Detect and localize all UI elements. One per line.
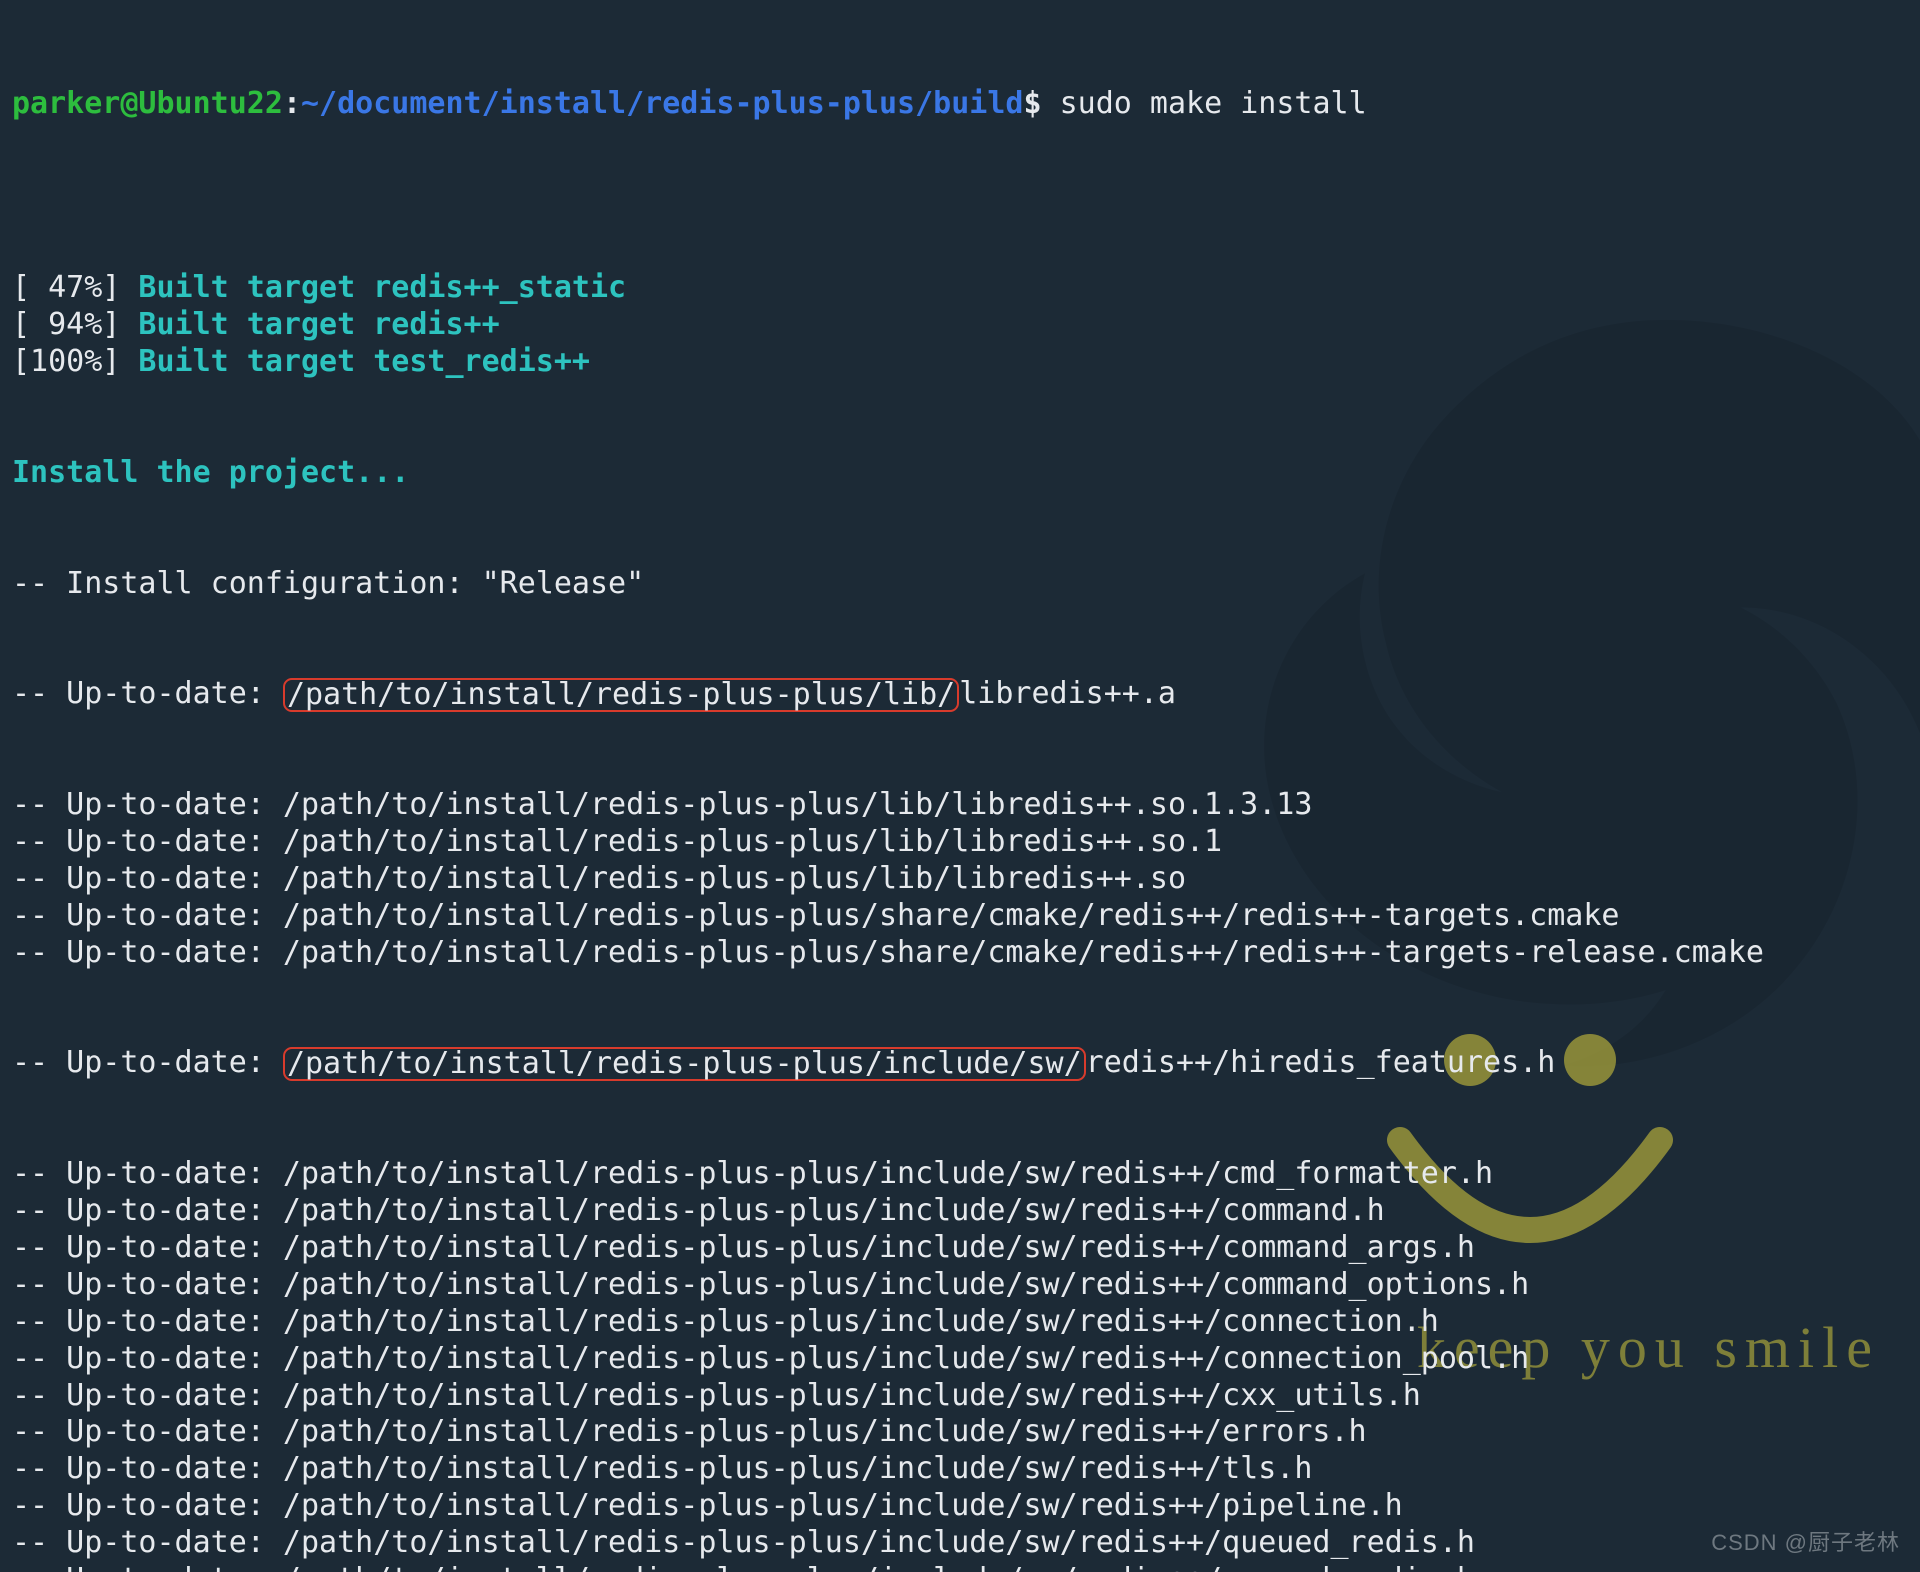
output-line-highlight-include: -- Up-to-date: /path/to/install/redis-pl…: [12, 1045, 1908, 1082]
output-suffix: redis++/hiredis_features.h: [1086, 1045, 1556, 1080]
output-line: -- Up-to-date: /path/to/install/redis-pl…: [12, 1451, 1908, 1488]
output-prefix: -- Up-to-date:: [12, 676, 283, 711]
output-line: -- Up-to-date: /path/to/install/redis-pl…: [12, 1341, 1908, 1378]
output-line: -- Up-to-date: /path/to/install/redis-pl…: [12, 935, 1908, 972]
terminal-output[interactable]: parker@Ubuntu22:~/document/install/redis…: [0, 0, 1920, 1572]
output-line: -- Up-to-date: /path/to/install/redis-pl…: [12, 1562, 1908, 1572]
watermark-text: CSDN @厨子老林: [1711, 1525, 1900, 1562]
prompt-line: parker@Ubuntu22:~/document/install/redis…: [12, 86, 1908, 123]
output-line: -- Up-to-date: /path/to/install/redis-pl…: [12, 787, 1908, 824]
prompt-sigil: $: [1023, 86, 1041, 121]
prompt-cwd: ~/document/install/redis-plus-plus/build: [301, 86, 1023, 121]
output-line: -- Up-to-date: /path/to/install/redis-pl…: [12, 824, 1908, 861]
build-progress-line: [ 94%] Built target redis++: [12, 307, 1908, 344]
annotation-box-lib: /path/to/install/redis-plus-plus/lib/: [283, 678, 959, 712]
output-line: -- Up-to-date: /path/to/install/redis-pl…: [12, 1156, 1908, 1193]
output-line: -- Up-to-date: /path/to/install/redis-pl…: [12, 1230, 1908, 1267]
prompt-user: parker@Ubuntu22: [12, 86, 283, 121]
install-heading: Install the project...: [12, 455, 1908, 492]
output-line: -- Up-to-date: /path/to/install/redis-pl…: [12, 1414, 1908, 1451]
output-line: -- Up-to-date: /path/to/install/redis-pl…: [12, 1525, 1908, 1562]
output-line: -- Up-to-date: /path/to/install/redis-pl…: [12, 1193, 1908, 1230]
output-line: -- Up-to-date: /path/to/install/redis-pl…: [12, 861, 1908, 898]
build-progress-line: [ 47%] Built target redis++_static: [12, 270, 1908, 307]
output-line: -- Install configuration: "Release": [12, 566, 1908, 603]
output-line: -- Up-to-date: /path/to/install/redis-pl…: [12, 1488, 1908, 1525]
output-line: -- Up-to-date: /path/to/install/redis-pl…: [12, 898, 1908, 935]
command-text: sudo make install: [1060, 86, 1367, 121]
output-prefix: -- Up-to-date:: [12, 1045, 283, 1080]
annotation-box-include: /path/to/install/redis-plus-plus/include…: [283, 1047, 1086, 1081]
prompt-sep: :: [283, 86, 301, 121]
output-suffix: libredis++.a: [959, 676, 1176, 711]
build-progress-line: [100%] Built target test_redis++: [12, 344, 1908, 381]
output-line-highlight-lib: -- Up-to-date: /path/to/install/redis-pl…: [12, 676, 1908, 713]
output-line: -- Up-to-date: /path/to/install/redis-pl…: [12, 1304, 1908, 1341]
output-line: -- Up-to-date: /path/to/install/redis-pl…: [12, 1267, 1908, 1304]
output-line: -- Up-to-date: /path/to/install/redis-pl…: [12, 1378, 1908, 1415]
